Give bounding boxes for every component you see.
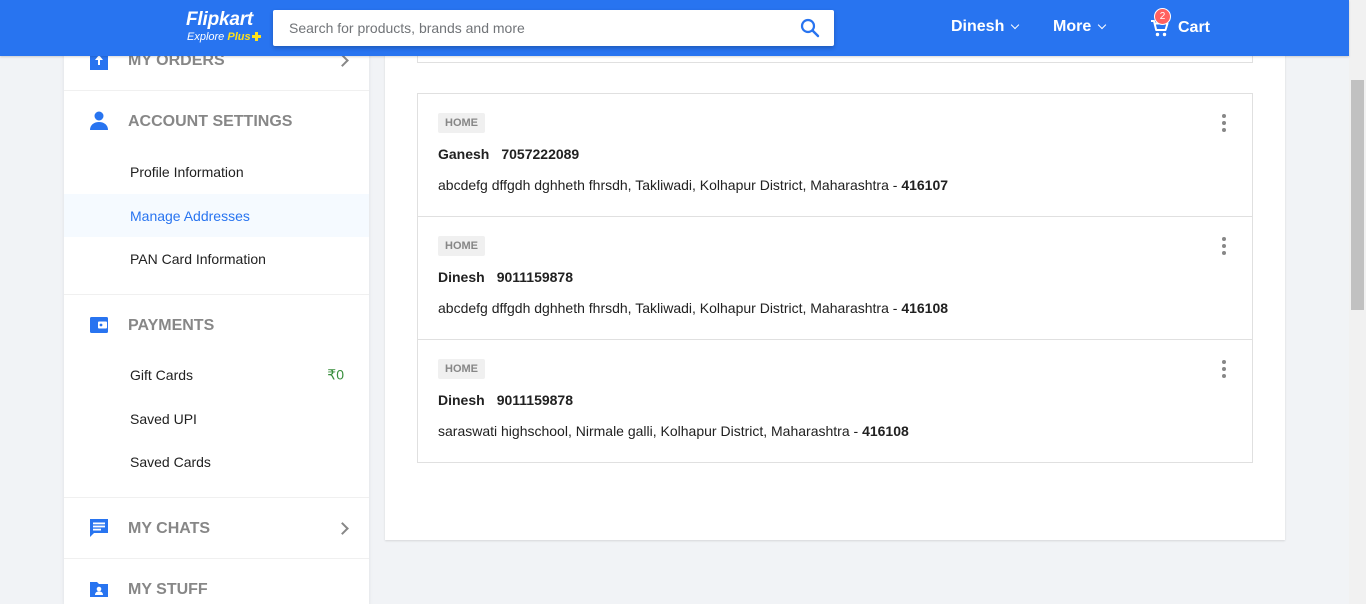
search-input[interactable]: [273, 10, 783, 46]
more-menu[interactable]: More: [1053, 18, 1107, 36]
address-pincode: 416107: [901, 177, 949, 193]
sidebar-item-gift-cards[interactable]: Gift Cards ₹0: [64, 353, 369, 396]
sidebar-item-label: Saved UPI: [130, 410, 197, 427]
sidebar-account-settings: ACCOUNT SETTINGS: [64, 100, 369, 144]
flipkart-logo[interactable]: Flipkart Explore Plus: [186, 7, 266, 47]
address-card: HOME Dinesh 9011159878 saraswati highscho…: [418, 339, 1252, 462]
cart-count-badge: 2: [1154, 8, 1171, 25]
address-text-line: saraswati highschool, Nirmale galli, Kol…: [438, 423, 909, 439]
sidebar-item-label: Gift Cards: [130, 366, 194, 383]
more-menu-label: More: [1053, 18, 1092, 35]
address-type-tag: HOME: [438, 236, 485, 256]
sidebar-payments-label: PAYMENTS: [128, 317, 215, 334]
sidebar-item-saved-upi[interactable]: Saved UPI: [64, 397, 369, 440]
address-type-tag: HOME: [438, 113, 485, 133]
sidebar-item-saved-cards[interactable]: Saved Cards: [64, 440, 369, 483]
chat-icon: [88, 517, 110, 539]
chevron-right-icon: [336, 54, 349, 67]
address-phone: 7057222089: [501, 146, 580, 162]
sidebar-my-chats[interactable]: MY CHATS: [64, 507, 369, 551]
sidebar-my-stuff[interactable]: MY STUFF: [64, 568, 369, 604]
divider: [64, 497, 369, 498]
divider: [64, 558, 369, 559]
address-name: Dinesh: [438, 269, 485, 285]
address-name: Dinesh: [438, 392, 485, 408]
sidebar-my-chats-label: MY CHATS: [128, 520, 211, 537]
address-text-line: abcdefg dffgdh dghheth fhrsdh, Takliwadi…: [438, 177, 948, 193]
sidebar-payments: PAYMENTS: [64, 304, 369, 348]
address-card: HOME Ganesh 7057222089 abcdefg dffgdh dgh…: [418, 94, 1252, 216]
address-phone: 9011159878: [496, 392, 574, 408]
account-sidebar: MY ORDERS ACCOUNT SETTINGS Profile Infor…: [64, 0, 369, 604]
address-text-line: abcdefg dffgdh dghheth fhrsdh, Takliwadi…: [438, 300, 948, 316]
search-icon: [800, 18, 820, 38]
user-menu-label: Dinesh: [951, 18, 1005, 35]
divider: [64, 90, 369, 91]
address-text: abcdefg dffgdh dghheth fhrsdh, Takliwadi…: [438, 177, 902, 193]
chevron-down-icon: [1097, 20, 1107, 30]
manage-addresses-panel: HOME Ganesh 7057222089 abcdefg dffgdh dgh…: [385, 0, 1285, 540]
address-contact: Dinesh 9011159878: [438, 392, 573, 408]
logo-sub-plus: Plus: [227, 31, 251, 43]
user-menu[interactable]: Dinesh: [951, 18, 1020, 36]
address-type-tag: HOME: [438, 359, 485, 379]
address-pincode: 416108: [901, 300, 949, 316]
scrollbar-thumb[interactable]: [1351, 80, 1364, 310]
address-contact: Dinesh 9011159878: [438, 269, 573, 285]
logo-text: Flipkart: [186, 9, 254, 30]
sidebar-item-pan-card-information[interactable]: PAN Card Information: [64, 237, 369, 280]
address-list: HOME Ganesh 7057222089 abcdefg dffgdh dgh…: [417, 93, 1253, 463]
logo-subtitle: Explore Plus: [187, 31, 261, 43]
search-bar: [273, 10, 834, 46]
person-icon: [88, 110, 110, 132]
address-text: abcdefg dffgdh dghheth fhrsdh, Takliwadi…: [438, 300, 902, 316]
address-contact: Ganesh 7057222089: [438, 146, 579, 162]
address-pincode: 416108: [862, 423, 909, 439]
chevron-down-icon: [1011, 20, 1020, 30]
divider: [64, 294, 369, 295]
sidebar-item-manage-addresses[interactable]: Manage Addresses: [64, 194, 369, 237]
plus-icon: [251, 32, 261, 41]
sidebar-item-profile-information[interactable]: Profile Information: [64, 150, 369, 193]
more-options-icon[interactable]: [1220, 114, 1228, 132]
address-text: saraswati highschool, Nirmale galli, Kol…: [438, 423, 863, 439]
more-options-icon[interactable]: [1220, 237, 1228, 255]
sidebar-item-label: Saved Cards: [130, 453, 211, 470]
more-options-icon[interactable]: [1220, 360, 1228, 378]
sidebar-item-label: Profile Information: [130, 163, 244, 180]
sidebar-my-stuff-label: MY STUFF: [128, 581, 208, 598]
sidebar-account-settings-label: ACCOUNT SETTINGS: [128, 113, 293, 130]
logo-sub-explore: Explore: [187, 31, 225, 43]
gift-card-balance: ₹0: [327, 366, 344, 382]
chevron-right-icon: [336, 522, 349, 535]
address-phone: 9011159878: [496, 269, 574, 285]
sidebar-item-label: Manage Addresses: [130, 207, 250, 224]
search-button[interactable]: [794, 15, 826, 41]
page-scrollbar[interactable]: [1349, 0, 1366, 604]
cart-label: Cart: [1178, 19, 1211, 36]
wallet-icon: [88, 314, 110, 336]
sidebar-item-label: PAN Card Information: [130, 250, 266, 267]
address-card: HOME Dinesh 9011159878 abcdefg dffgdh dgh…: [418, 216, 1252, 339]
folder-user-icon: [88, 578, 110, 600]
top-header: Flipkart Explore Plus Dinesh More: [0, 0, 1349, 56]
address-name: Ganesh: [438, 146, 490, 162]
